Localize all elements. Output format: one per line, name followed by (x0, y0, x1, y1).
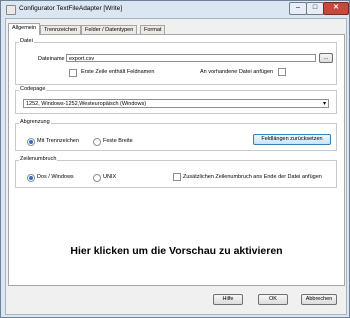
browse-button[interactable]: ... (319, 53, 333, 63)
group-abgrenzung: Abgrenzung Mit Trennzeichen Feste Breite… (15, 119, 337, 151)
preview-activation-text[interactable]: Hier klicken um die Vorschau zu aktivier… (9, 245, 344, 257)
filename-label: Dateiname (38, 56, 65, 62)
extra-linebreak-checkbox[interactable] (173, 173, 181, 181)
unix-label: UNIX (103, 174, 117, 180)
group-datei-title: Datei (19, 38, 34, 44)
tab-felder-datentypen[interactable]: Felder / Datentypen (81, 25, 138, 34)
unix-radio[interactable] (93, 174, 101, 182)
help-button[interactable]: Hilfe (213, 294, 243, 305)
reset-field-lengths-button[interactable]: Feldlängen zurücksetzen (253, 134, 331, 145)
tab-trennzeichen[interactable]: Trennzeichen (40, 25, 82, 34)
cancel-button[interactable]: Abbrechen (301, 294, 337, 305)
close-button[interactable]: ✕ (323, 2, 349, 15)
delimiter-radio[interactable] (27, 138, 35, 146)
group-codepage: Codepage 1252, Windows-1252,Westeuropäis… (15, 86, 337, 114)
window-title: Configurator TextFileAdapter [Write] (19, 5, 123, 12)
group-abgrenzung-title: Abgrenzung (19, 119, 51, 125)
maximize-button[interactable]: □ (306, 2, 324, 15)
minimize-icon: – (296, 4, 300, 11)
fixed-width-radio[interactable] (93, 138, 101, 146)
ok-button[interactable]: OK (258, 294, 288, 305)
append-file-checkbox[interactable] (278, 68, 286, 76)
close-icon: ✕ (333, 4, 339, 11)
codepage-value: 1252, Windows-1252,Westeuropäisch (Windo… (26, 101, 147, 107)
tab-allgemein[interactable]: Allgemein (8, 23, 41, 35)
first-row-fieldnames-checkbox[interactable] (69, 69, 77, 77)
codepage-select[interactable]: 1252, Windows-1252,Westeuropäisch (Windo… (23, 99, 329, 108)
maximize-icon: □ (312, 4, 318, 11)
chevron-down-icon: ▾ (322, 101, 326, 107)
title-bar[interactable]: Configurator TextFileAdapter [Write] – □… (1, 1, 349, 17)
dos-windows-radio[interactable] (27, 174, 35, 182)
group-codepage-title: Codepage (19, 86, 47, 92)
dos-windows-label: Dos / Windows (37, 174, 74, 180)
append-file-label: An vorhandene Datei anfügen (200, 69, 274, 75)
app-icon (6, 5, 16, 15)
filename-input[interactable]: export.csv (66, 54, 316, 62)
extra-linebreak-label: Zusätzlichen Zeilenumbruch ans Ende der … (183, 174, 322, 180)
delimiter-label: Mit Trennzeichen (37, 138, 79, 144)
group-zeilenumbruch-title: Zeilenumbruch (19, 156, 58, 162)
fixed-width-label: Feste Breite (103, 138, 133, 144)
tab-format[interactable]: Format (140, 25, 166, 34)
first-row-fieldnames-label: Erste Zeile enthält Feldnamen (81, 69, 155, 75)
group-datei: Datei Dateiname export.csv ... Erste Zei… (15, 38, 337, 85)
minimize-button[interactable]: – (289, 2, 307, 15)
dialog-window: Configurator TextFileAdapter [Write] – □… (0, 0, 350, 318)
group-zeilenumbruch: Zeilenumbruch Dos / Windows UNIX Zusätzl… (15, 156, 337, 188)
tab-panel-allgemein: Datei Dateiname export.csv ... Erste Zei… (8, 34, 345, 286)
